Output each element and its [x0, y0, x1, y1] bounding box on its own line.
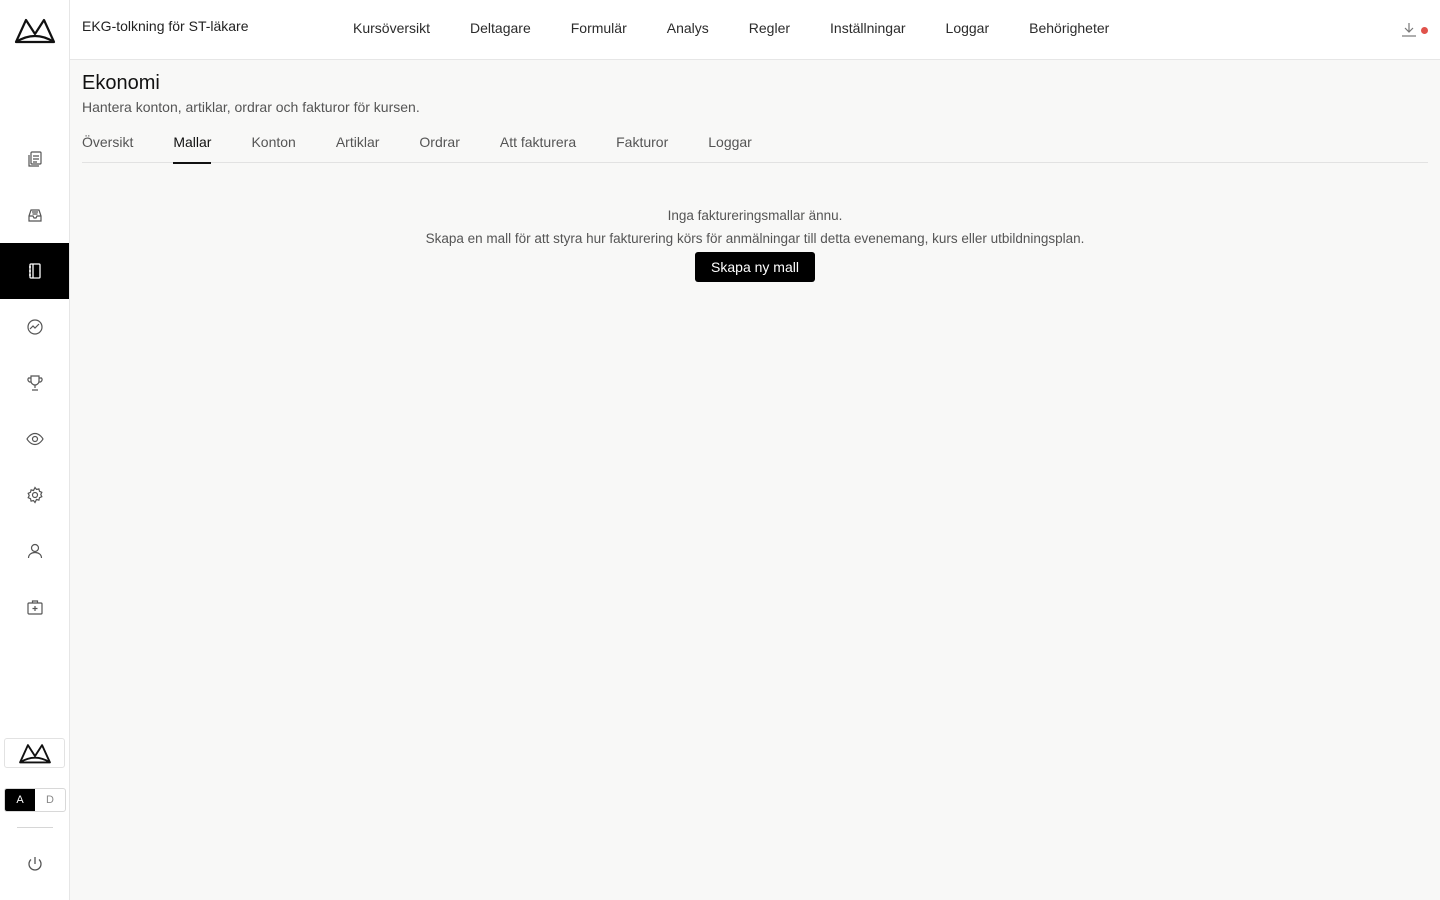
sidebar-item-trophy[interactable] [0, 355, 69, 411]
empty-state-title: Inga faktureringsmallar ännu. [667, 208, 843, 223]
logout-button[interactable] [0, 846, 69, 882]
sidebar-item-analytics[interactable] [0, 299, 69, 355]
sidebar-item-documents[interactable] [0, 131, 69, 187]
power-icon [27, 857, 42, 871]
documents-icon [27, 151, 42, 167]
mode-toggle-d[interactable]: D [35, 789, 65, 811]
course-title: EKG-tolkning för ST-läkare [82, 18, 249, 34]
brand-logo-small-icon [18, 744, 51, 764]
tab-artiklar[interactable]: Artiklar [336, 132, 380, 163]
topnav-item-regler[interactable]: Regler [749, 20, 790, 36]
sidebar-item-medical[interactable] [0, 579, 69, 635]
tab-ordrar[interactable]: Ordrar [419, 132, 459, 163]
create-template-button[interactable]: Skapa ny mall [695, 252, 815, 282]
sidebar-divider [17, 827, 53, 828]
topnav-item-installningar[interactable]: Inställningar [830, 20, 906, 36]
notification-dot [1421, 27, 1428, 34]
gear-icon [26, 486, 43, 504]
topnav-item-kursoversikt[interactable]: Kursöversikt [353, 20, 430, 36]
tab-loggar[interactable]: Loggar [708, 132, 752, 163]
page-title: Ekonomi [82, 72, 160, 94]
sidebar-item-inbox[interactable] [0, 187, 69, 243]
top-navigation: Kursöversikt Deltagare Formulär Analys R… [353, 20, 1149, 36]
empty-state-description: Skapa en mall för att styra hur fakturer… [425, 231, 1085, 246]
page-subtitle: Hantera konton, artiklar, ordrar och fak… [82, 99, 420, 115]
mode-toggle[interactable]: A D [4, 788, 66, 812]
brand-badge [4, 738, 65, 768]
inbox-icon [27, 209, 42, 222]
topnav-item-deltagare[interactable]: Deltagare [470, 20, 531, 36]
download-icon[interactable] [1400, 21, 1418, 39]
sidebar-item-user[interactable] [0, 523, 69, 579]
tab-mallar[interactable]: Mallar [173, 132, 212, 164]
economy-tabs: Översikt Mallar Konton Artiklar Ordrar A… [82, 132, 1428, 164]
ledger-icon [28, 263, 41, 279]
user-icon [27, 543, 42, 559]
tab-fakturor[interactable]: Fakturor [616, 132, 668, 163]
topnav-item-formular[interactable]: Formulär [571, 20, 627, 36]
sidebar-item-visibility[interactable] [0, 411, 69, 467]
sidebar-item-economy[interactable] [0, 243, 69, 299]
empty-state: Inga faktureringsmallar ännu. Skapa en m… [82, 208, 1428, 282]
mode-toggle-a[interactable]: A [5, 789, 35, 811]
tab-oversikt[interactable]: Översikt [82, 132, 133, 163]
tab-konton[interactable]: Konton [251, 132, 295, 163]
topnav-item-loggar[interactable]: Loggar [946, 20, 990, 36]
topnav-item-analys[interactable]: Analys [667, 20, 709, 36]
brand-logo-icon[interactable] [14, 16, 56, 44]
sidebar-item-settings[interactable] [0, 467, 69, 523]
eye-icon [25, 432, 44, 446]
tab-att-fakturera[interactable]: Att fakturera [500, 132, 576, 163]
topnav-item-behorigheter[interactable]: Behörigheter [1029, 20, 1109, 36]
trophy-icon [26, 375, 43, 391]
topbar: EKG-tolkning för ST-läkare Kursöversikt … [70, 0, 1440, 60]
medical-kit-icon [26, 600, 43, 615]
analytics-icon [26, 319, 43, 335]
sidebar: A D [0, 0, 70, 900]
